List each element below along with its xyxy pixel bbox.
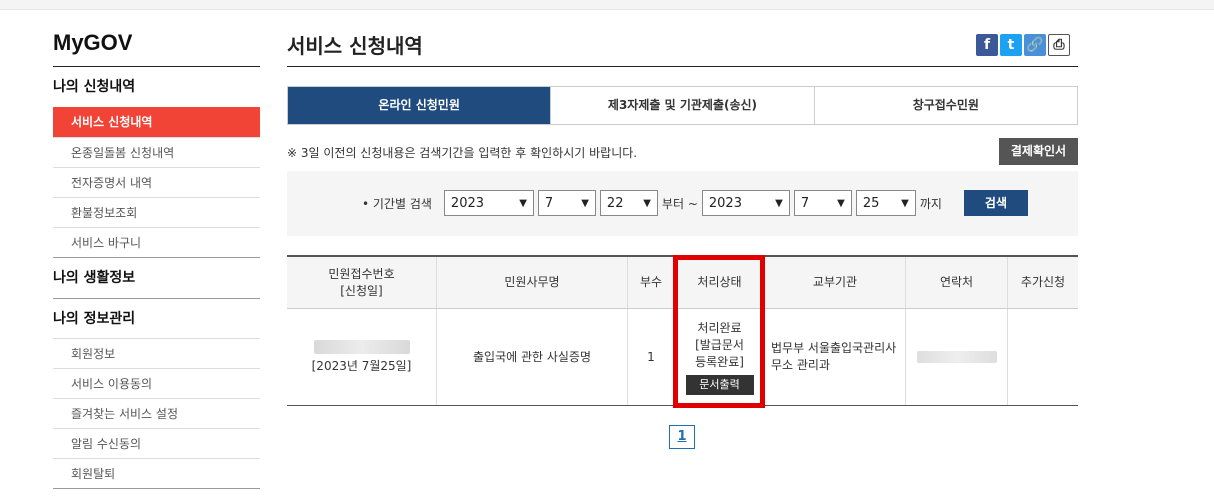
top-bar	[0, 0, 1214, 10]
to-month-value: 7	[800, 195, 810, 211]
cell-extra	[1007, 309, 1078, 405]
highlight-box	[673, 255, 765, 408]
cell-contact	[905, 309, 1007, 405]
search-form: • 기간별 검색 2023 ▼ 7 ▼ 22 ▼ 부터 ~ 2023 ▼ 7 ▼ 25 ▼ …	[362, 190, 1028, 216]
sidebar-item-member-info[interactable]: 회원정보	[53, 338, 260, 368]
cell-copies: 1	[627, 309, 674, 405]
chevron-down-icon: ▼	[901, 197, 909, 209]
logo[interactable]: MyGOV	[53, 30, 260, 67]
sidebar-item-withdraw[interactable]: 회원탈퇴	[53, 458, 260, 488]
chevron-down-icon: ▼	[643, 197, 651, 209]
chevron-down-icon: ▼	[519, 197, 527, 209]
sidebar-item-basket[interactable]: 서비스 바구니	[53, 227, 260, 257]
to-day-select[interactable]: 25 ▼	[855, 190, 916, 216]
redacted-receipt-number	[313, 339, 410, 354]
main-content: 서비스 신청내역 f t 🔗 ⎙ 온라인 신청민원 제3자제출 및 기관제출(송…	[287, 30, 1078, 449]
to-month-select[interactable]: 7 ▼	[793, 190, 852, 216]
print-icon[interactable]: ⎙	[1048, 34, 1070, 56]
sidebar-item-service-consent[interactable]: 서비스 이용동의	[53, 368, 260, 398]
sidebar: MyGOV 나의 신청내역 서비스 신청내역 온종일돌봄 신청내역 전자증명서 …	[53, 30, 260, 489]
page-title: 서비스 신청내역	[287, 30, 1078, 67]
from-year-value: 2023	[450, 195, 485, 211]
share-toolbar: f t 🔗 ⎙	[976, 34, 1070, 56]
from-year-select[interactable]: 2023 ▼	[443, 190, 534, 216]
header-extra: 추가신청	[1007, 257, 1078, 308]
to-day-value: 25	[862, 195, 880, 211]
header-agency: 교부기관	[764, 257, 905, 308]
header-receipt-line1: 민원접수번호	[328, 266, 395, 281]
sidebar-section-life-info[interactable]: 나의 생활정보	[53, 258, 260, 298]
tab-counter-applications[interactable]: 창구접수민원	[813, 87, 1077, 124]
sidebar-item-favorites[interactable]: 즐겨찾는 서비스 설정	[53, 398, 260, 428]
tab-third-party-submission[interactable]: 제3자제출 및 기관제출(송신)	[550, 87, 813, 124]
sidebar-item-e-certificate[interactable]: 전자증명서 내역	[53, 167, 260, 197]
from-day-value: 22	[606, 195, 624, 211]
from-month-select[interactable]: 7 ▼	[537, 190, 596, 216]
search-button[interactable]: 검색	[963, 190, 1028, 216]
to-suffix: 까지	[919, 196, 942, 211]
header-service-name: 민원사무명	[436, 257, 627, 308]
search-panel: • 기간별 검색 2023 ▼ 7 ▼ 22 ▼ 부터 ~ 2023 ▼ 7 ▼ 25 ▼ …	[287, 171, 1078, 236]
search-label: • 기간별 검색	[362, 196, 432, 211]
tab-bar: 온라인 신청민원 제3자제출 및 기관제출(송신) 창구접수민원	[287, 86, 1078, 125]
facebook-icon[interactable]: f	[976, 34, 998, 56]
from-suffix: 부터 ~	[661, 196, 698, 211]
to-year-select[interactable]: 2023 ▼	[701, 190, 790, 216]
chevron-down-icon: ▼	[837, 197, 845, 209]
link-icon[interactable]: 🔗	[1024, 34, 1046, 56]
twitter-icon[interactable]: t	[1000, 34, 1022, 56]
notice-text: ※ 3일 이전의 신청내용은 검색기간을 입력한 후 확인하시기 바랍니다.	[287, 146, 638, 160]
sidebar-section-applications[interactable]: 나의 신청내역	[53, 67, 260, 107]
chevron-down-icon: ▼	[775, 197, 783, 209]
sidebar-menu-applications: 서비스 신청내역 온종일돌봄 신청내역 전자증명서 내역 환불정보조회 서비스 …	[53, 107, 260, 258]
sidebar-section-info-management[interactable]: 나의 정보관리	[53, 298, 260, 338]
sidebar-menu-info-management: 회원정보 서비스 이용동의 즐겨찾는 서비스 설정 알림 수신동의 회원탈퇴	[53, 338, 260, 489]
header-receipt-number: 민원접수번호 [신청일]	[287, 257, 436, 308]
cell-receipt: [2023년 7월25일]	[287, 309, 436, 405]
cell-agency: 법무부 서울출입국관리사무소 관리과	[764, 309, 905, 405]
sidebar-item-notification-consent[interactable]: 알림 수신동의	[53, 428, 260, 458]
sidebar-item-refund[interactable]: 환불정보조회	[53, 197, 260, 227]
sidebar-item-service-history[interactable]: 서비스 신청내역	[53, 107, 260, 137]
header-receipt-line2: [신청일]	[340, 283, 383, 298]
from-month-value: 7	[544, 195, 554, 211]
cell-service-name: 출입국에 관한 사실증명	[436, 309, 627, 405]
application-date: [2023년 7월25일]	[311, 358, 412, 373]
to-year-value: 2023	[708, 195, 742, 211]
tab-online-applications[interactable]: 온라인 신청민원	[288, 87, 551, 124]
redacted-contact	[916, 351, 997, 363]
header-copies: 부수	[627, 257, 674, 308]
header-contact: 연락처	[905, 257, 1007, 308]
chevron-down-icon: ▼	[581, 197, 589, 209]
pagination-page-1[interactable]: 1	[669, 425, 695, 449]
from-day-select[interactable]: 22 ▼	[599, 190, 658, 216]
sidebar-item-care-history[interactable]: 온종일돌봄 신청내역	[53, 137, 260, 167]
payment-confirmation-button[interactable]: 결제확인서	[999, 138, 1078, 165]
